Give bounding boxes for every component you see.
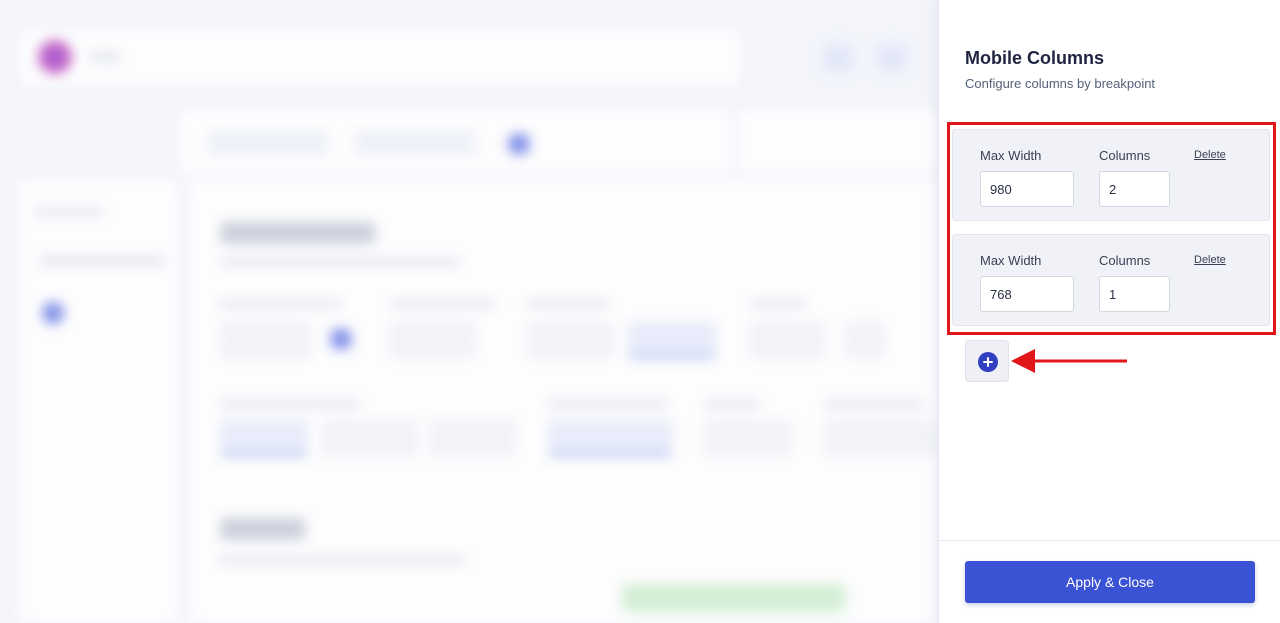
bg-topbar-icon [824,45,852,71]
bg-toolbar-right [738,110,938,172]
bg-line [220,556,465,564]
bg-box [220,420,308,456]
add-breakpoint-button[interactable] [965,340,1009,382]
bg-heading [220,222,375,244]
bg-line [40,256,165,266]
max-width-label: Max Width [980,148,1042,163]
bg-toolbar-pill [355,130,475,156]
bg-line [825,400,925,408]
panel-footer: Apply & Close [939,540,1280,623]
bg-line [220,300,340,308]
bg-line [34,208,104,216]
bg-box [322,420,417,456]
bg-toolbar-pill [208,130,328,156]
bg-toast [622,584,846,612]
max-width-label: Max Width [980,253,1042,268]
bg-topbar-icon [878,45,906,71]
bg-box [750,322,825,358]
bg-box [220,322,310,358]
bg-title-stub [90,52,120,62]
delete-link[interactable]: Delete [1194,149,1226,161]
bg-topbar [20,30,740,85]
red-arrow-annotation [1011,349,1127,373]
bg-line [750,300,805,308]
apply-close-button[interactable]: Apply & Close [965,561,1255,603]
columns-input[interactable] [1099,171,1170,207]
bg-box [390,322,475,358]
bg-line [390,300,495,308]
bg-line [528,300,608,308]
panel-subtitle: Configure columns by breakpoint [965,76,1156,91]
bg-toolbar-dot [508,133,530,155]
bg-logo [38,40,72,74]
panel-title: Mobile Columns [965,48,1104,68]
bg-box [845,322,885,358]
bg-box [528,322,613,358]
max-width-input[interactable] [980,171,1074,207]
columns-label: Columns [1099,253,1151,268]
bg-box [430,420,515,456]
max-width-input[interactable] [980,276,1074,312]
bg-line [705,400,760,408]
bg-dot [330,328,352,350]
plus-circle-icon [978,352,998,372]
bg-sidebar-dot [42,302,64,324]
columns-input[interactable] [1099,276,1170,312]
bg-line [548,400,668,408]
columns-label: Columns [1099,148,1151,163]
bg-sidebar [18,180,178,623]
delete-link[interactable]: Delete [1194,254,1226,266]
bg-heading [220,518,305,540]
bg-box [825,420,935,456]
bg-box [548,420,672,456]
background-app [0,0,940,623]
bg-box [705,420,790,456]
bg-line [220,258,460,266]
mobile-columns-panel: Mobile Columns Configure columns by brea… [938,0,1280,623]
bg-box [628,322,716,358]
bg-line [220,400,360,408]
breakpoint-row: Max Width Columns Delete [952,129,1270,221]
breakpoint-row: Max Width Columns Delete [952,234,1270,326]
